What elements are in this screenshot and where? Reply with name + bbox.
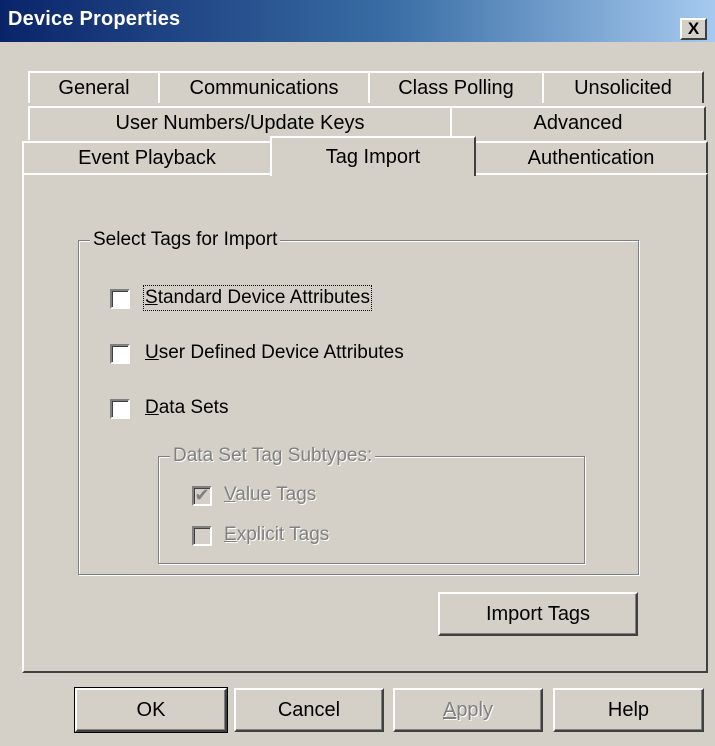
help-button[interactable]: Help	[553, 688, 704, 732]
value-tags-checkbox[interactable]: ✔	[192, 485, 212, 506]
tab-unsolicited[interactable]: Unsolicited	[542, 71, 704, 103]
apply-button[interactable]: Apply	[393, 688, 543, 732]
tab-class-polling[interactable]: Class Polling	[368, 71, 544, 103]
close-button[interactable]: X	[680, 18, 707, 40]
standard-device-attributes-checkbox[interactable]	[110, 289, 130, 309]
tab-general[interactable]: General	[28, 71, 160, 103]
user-defined-attributes-checkbox[interactable]	[110, 344, 130, 364]
title-bar: Device Properties X	[0, 0, 715, 42]
tab-user-numbers[interactable]: User Numbers/Update Keys	[28, 106, 452, 140]
tab-tag-import[interactable]: Tag Import	[270, 136, 476, 176]
explicit-tags-checkbox[interactable]	[192, 526, 212, 546]
checkmark-icon: ✔	[194, 485, 210, 505]
close-icon: X	[687, 19, 700, 38]
data-set-subtypes-groupbox	[158, 456, 585, 564]
data-sets-checkbox[interactable]	[110, 399, 130, 419]
tab-event-playback[interactable]: Event Playback	[22, 141, 272, 175]
explicit-tags-label[interactable]: Explicit Tags	[224, 524, 329, 546]
ok-button[interactable]: OK	[74, 687, 228, 733]
data-sets-label[interactable]: Data Sets	[145, 397, 228, 419]
cancel-button[interactable]: Cancel	[234, 688, 384, 732]
data-set-subtypes-title: Data Set Tag Subtypes:	[170, 445, 376, 467]
window-title: Device Properties	[8, 8, 181, 30]
select-tags-group-title: Select Tags for Import	[90, 229, 281, 251]
tab-authentication[interactable]: Authentication	[474, 141, 708, 175]
tab-advanced[interactable]: Advanced	[450, 106, 706, 140]
tab-communications[interactable]: Communications	[158, 71, 370, 103]
standard-device-attributes-label[interactable]: Standard Device Attributes	[143, 285, 372, 311]
value-tags-label[interactable]: Value Tags	[224, 484, 316, 506]
import-tags-button[interactable]: Import Tags	[438, 592, 638, 636]
user-defined-attributes-label[interactable]: User Defined Device Attributes	[145, 342, 404, 364]
